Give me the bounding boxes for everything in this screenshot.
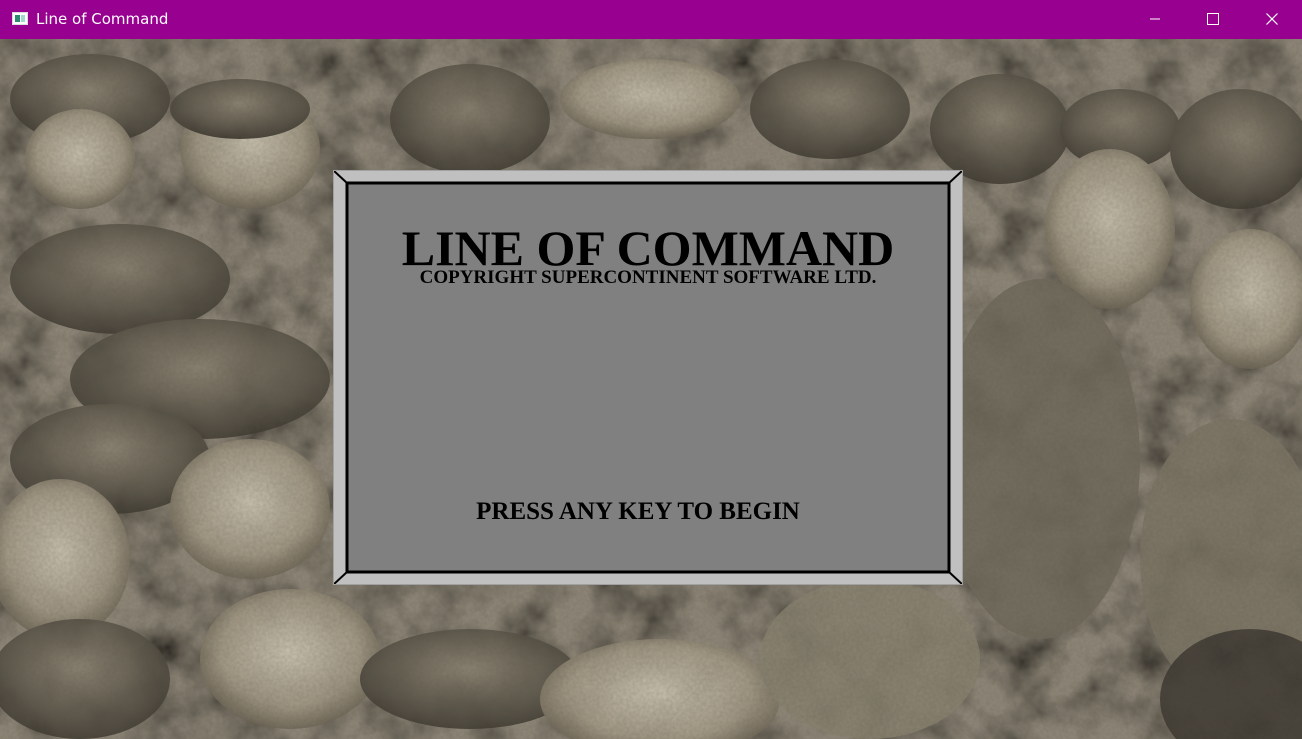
copyright-notice: COPYRIGHT SUPERCONTINENT SOFTWARE LTD. [419,267,877,288]
close-button[interactable] [1243,0,1301,39]
window-title: Line of Command [36,10,169,28]
minimize-icon [1150,18,1160,20]
start-prompt[interactable]: PRESS ANY KEY TO BEGIN [337,497,939,527]
minimize-button[interactable] [1126,0,1184,39]
maximize-icon [1207,13,1219,25]
panel-face[interactable]: LINE OF COMMAND COPYRIGHT SUPERCONTINENT… [347,183,949,572]
close-icon [1266,13,1278,25]
title-bar[interactable]: Line of Command [0,0,1302,39]
maximize-button[interactable] [1184,0,1242,39]
game-window: Line of Command LINE OF COMMAND COPYRIGH… [0,0,1302,739]
title-panel: LINE OF COMMAND COPYRIGHT SUPERCONTINENT… [333,170,963,585]
app-icon [12,12,28,25]
